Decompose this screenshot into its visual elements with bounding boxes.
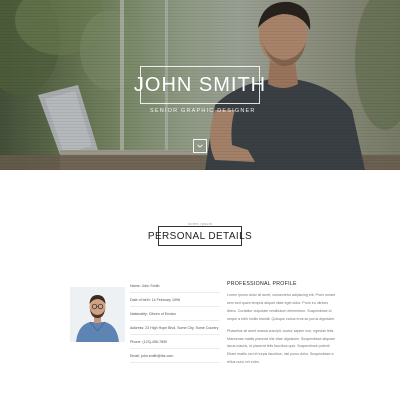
detail-phone: Phone: (123)-456-7890 (130, 335, 220, 349)
section-title-frame: PERSONAL DETAILS (148, 226, 252, 246)
detail-email[interactable]: Email: john.smith@lbs.com (130, 349, 220, 363)
professional-profile: PROFESSIONAL PROFILE Lorem ipsum dolor s… (227, 281, 337, 371)
hero-name-frame: JOHN SMITH (134, 66, 265, 104)
scroll-down-button[interactable] (193, 139, 207, 153)
detail-address: Address: 23 High Hope Blvd, Some City, S… (130, 321, 220, 335)
profile-photo (70, 287, 125, 342)
hero-name: JOHN SMITH (133, 73, 267, 96)
hero-banner: JOHN SMITH SENIOR GRAPHIC DESIGNER (0, 0, 400, 170)
hero-subtitle: SENIOR GRAPHIC DESIGNER (150, 108, 256, 114)
profile-heading: PROFESSIONAL PROFILE (227, 281, 297, 287)
detail-nationality: Nationality: Citizen of Ernsko (130, 307, 220, 321)
profile-paragraph: Lorem ipsum dolor sit amet, consectetur … (227, 293, 336, 321)
detail-name: Name: John Smith (130, 279, 220, 293)
chevron-down-icon (197, 144, 203, 148)
personal-details-list: Name: John Smith Date of birth: 14 Febru… (130, 279, 220, 363)
person-portrait-icon (70, 287, 125, 342)
section-title: PERSONAL DETAILS (147, 230, 253, 242)
profile-paragraph: Phasellus sit amet massa suscipit, aucto… (227, 328, 336, 365)
detail-date-of-birth: Date of birth: 14 February 1996 (130, 293, 220, 307)
